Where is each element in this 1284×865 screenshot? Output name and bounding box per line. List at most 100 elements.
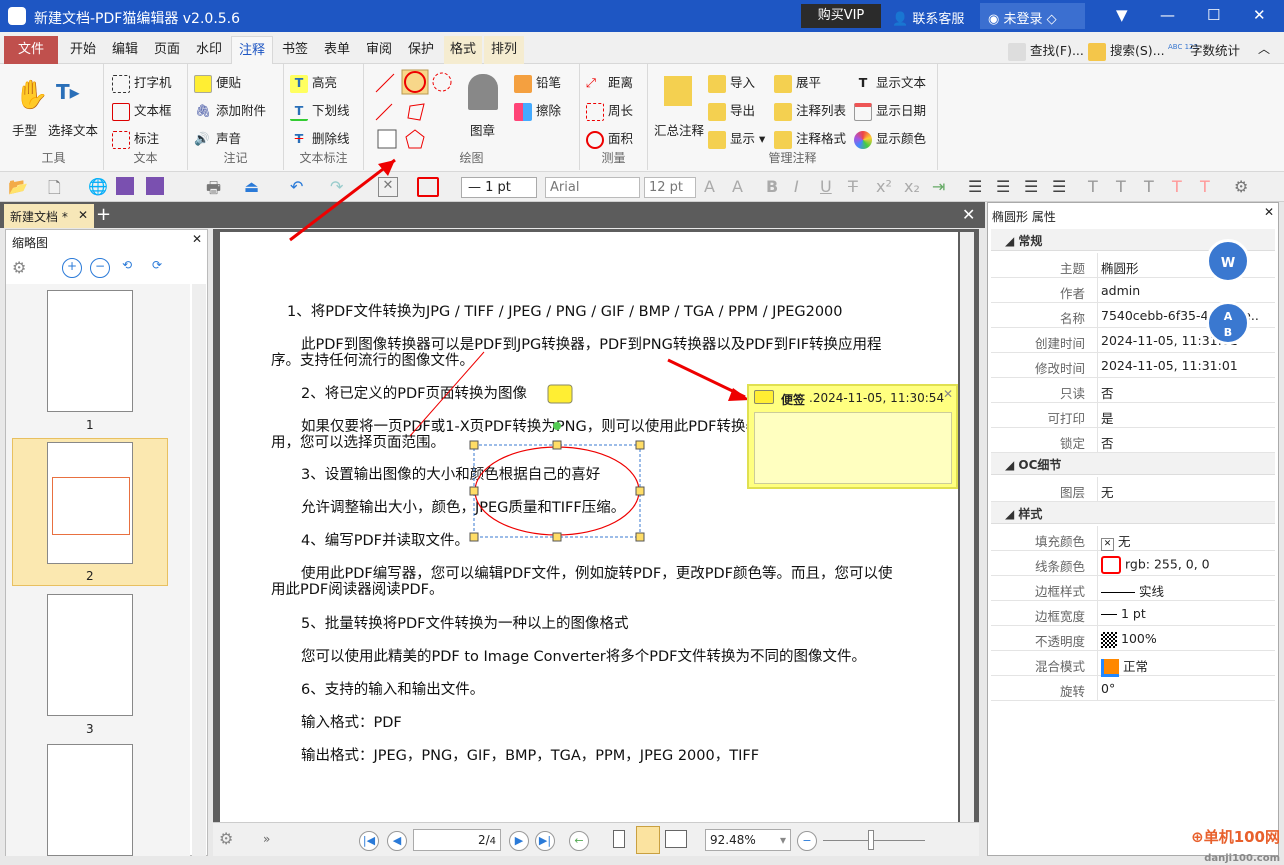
property-row[interactable]: 边框样式 实线 <box>991 576 1275 601</box>
scan-icon[interactable]: ⏏ <box>244 177 259 197</box>
strike-format-icon[interactable]: T <box>848 177 858 197</box>
annotation-list-button[interactable]: 注释列表 <box>774 100 846 121</box>
next-page-button[interactable]: ▶ <box>509 831 529 851</box>
line-color-swatch[interactable] <box>417 177 439 197</box>
text-brush-icon[interactable]: T <box>1088 177 1098 197</box>
align-left-icon[interactable]: ☰ <box>968 177 982 197</box>
undo-icon[interactable]: ↶ <box>290 177 303 197</box>
two-page-icon[interactable] <box>665 830 687 848</box>
arrow-tool-icon[interactable] <box>375 103 393 121</box>
property-row[interactable]: 修改时间 2024-11-05, 11:31:01 <box>991 353 1275 378</box>
superscript-icon[interactable]: x² <box>876 177 892 197</box>
summary-button[interactable]: 汇总注释 <box>654 120 704 139</box>
polyline-tool-icon[interactable] <box>407 103 425 121</box>
property-value[interactable]: 2024-11-05, 11:31:01 <box>1101 358 1238 373</box>
property-value[interactable]: 正常 <box>1101 656 1148 677</box>
tab-arrange[interactable]: 排列 <box>484 36 524 64</box>
property-value[interactable]: 否 <box>1101 383 1114 402</box>
text-save-icon[interactable]: T <box>1116 177 1126 197</box>
show-button[interactable]: 显示 ▾ <box>708 128 765 149</box>
underline-button[interactable]: T 下划线 <box>290 100 350 121</box>
property-row[interactable]: 只读 否 <box>991 378 1275 403</box>
section-oc[interactable]: ◢ OC细节 <box>991 453 1275 475</box>
property-row[interactable]: 线条颜色 rgb: 255, 0, 0 <box>991 551 1275 576</box>
more-icon[interactable]: » <box>263 832 270 846</box>
buy-vip-button[interactable]: 购买VIP <box>801 4 881 28</box>
tab-edit[interactable]: 编辑 <box>106 36 144 64</box>
tab-bookmark[interactable]: 书签 <box>276 36 314 64</box>
zoom-slider-thumb[interactable] <box>868 830 874 850</box>
login-button[interactable]: ◉ 未登录 ◇ <box>980 3 1085 29</box>
strikeout-button[interactable]: T 删除线 <box>290 128 350 149</box>
zoom-out-button[interactable]: − <box>797 831 817 851</box>
tab-protect[interactable]: 保护 <box>402 36 440 64</box>
first-page-button[interactable]: |◀ <box>359 831 379 851</box>
tab-page[interactable]: 页面 <box>148 36 186 64</box>
view-settings-icon[interactable]: ⚙ <box>219 829 233 848</box>
tab-format[interactable]: 格式 <box>444 36 482 64</box>
attach-file-button[interactable]: 🖇 添加附件 <box>194 100 266 121</box>
export-button[interactable]: 导出 <box>708 100 755 121</box>
grow-font-icon[interactable]: A <box>704 177 715 197</box>
settings-doc-icon[interactable]: ⚙ <box>1234 177 1248 197</box>
close-button[interactable]: ✕ <box>1253 6 1266 24</box>
callout-button[interactable]: 标注 <box>112 128 159 149</box>
select-text-button[interactable]: 选择文本 <box>48 120 98 139</box>
property-row[interactable]: 边框宽度 1 pt <box>991 601 1275 626</box>
typewriter-button[interactable]: 打字机 <box>112 72 172 93</box>
flatten-button[interactable]: 展平 <box>774 72 821 93</box>
menu-dropdown-icon[interactable]: ▼ <box>1116 6 1128 24</box>
property-value[interactable]: 100% <box>1101 631 1157 648</box>
textbox-button[interactable]: 文本框 <box>112 100 172 121</box>
line-tool-icon[interactable] <box>375 73 395 93</box>
shrink-font-icon[interactable]: A <box>732 177 743 197</box>
sticky-note-button[interactable]: 便贴 <box>194 72 241 93</box>
align-right-icon[interactable]: ☰ <box>1024 177 1038 197</box>
tab-file[interactable]: 文件 <box>4 36 58 64</box>
text-apply-icon[interactable]: T <box>1200 177 1210 197</box>
property-row[interactable]: 混合模式 正常 <box>991 651 1275 677</box>
property-value[interactable]: 否 <box>1101 433 1114 452</box>
show-text-button[interactable]: T 显示文本 <box>854 72 926 93</box>
save-as-icon[interactable] <box>146 177 164 195</box>
tab-form[interactable]: 表单 <box>318 36 356 64</box>
property-row[interactable]: 可打印 是 <box>991 403 1275 428</box>
eraser-button[interactable]: 擦除 <box>514 100 561 121</box>
indent-icon[interactable]: ⇥ <box>932 177 945 197</box>
close-thumbnails-icon[interactable]: ✕ <box>192 232 202 246</box>
tab-annotate[interactable]: 注释 <box>231 36 273 64</box>
zoom-select[interactable]: 92.48% ▾ <box>705 829 791 851</box>
perimeter-button[interactable]: 周长 <box>586 100 633 121</box>
prev-page-button[interactable]: ◀ <box>387 831 407 851</box>
property-row[interactable]: 图层 无 <box>991 477 1275 502</box>
last-page-button[interactable]: ▶| <box>535 831 555 851</box>
word-convert-icon[interactable]: W <box>1206 239 1250 283</box>
pencil-button[interactable]: 铅笔 <box>514 72 561 93</box>
find-button[interactable]: 查找(F)... <box>1008 40 1084 61</box>
sound-button[interactable]: 🔊 声音 <box>194 128 241 149</box>
thumbnail-page-2[interactable] <box>47 442 133 564</box>
translate-icon[interactable]: AB <box>1206 301 1250 345</box>
search-button[interactable]: 搜索(S)... <box>1088 40 1165 61</box>
close-document-icon[interactable]: ✕ <box>962 205 975 224</box>
import-button[interactable]: 导入 <box>708 72 755 93</box>
justify-icon[interactable]: ☰ <box>1052 177 1066 197</box>
tab-home[interactable]: 开始 <box>64 36 102 64</box>
maximize-button[interactable]: ☐ <box>1207 6 1220 24</box>
close-properties-icon[interactable]: ✕ <box>1264 205 1274 219</box>
sticky-note-popup[interactable]: 便签 .2024-11-05, 11:30:54 ✕ <box>747 384 958 489</box>
bold-icon[interactable]: B <box>766 177 778 197</box>
tab-watermark[interactable]: 水印 <box>190 36 228 64</box>
support-link[interactable]: 👤 联系客服 <box>892 8 964 27</box>
section-style[interactable]: ◢ 样式 <box>991 502 1275 524</box>
show-date-button[interactable]: 显示日期 <box>854 100 926 121</box>
font-select[interactable]: Arial <box>545 177 640 198</box>
highlight-button[interactable]: T 高亮 <box>290 72 337 93</box>
property-value[interactable]: 椭圆形 <box>1101 258 1139 277</box>
property-row[interactable]: 填充颜色 ✕ 无 <box>991 526 1275 551</box>
zoom-out-thumb-icon[interactable]: − <box>90 258 110 278</box>
property-value[interactable]: admin <box>1101 283 1140 298</box>
single-page-icon[interactable] <box>613 830 625 848</box>
word-count-button[interactable]: ABC 123字数统计 <box>1168 40 1240 61</box>
text-copy-icon[interactable]: T <box>1172 177 1182 197</box>
